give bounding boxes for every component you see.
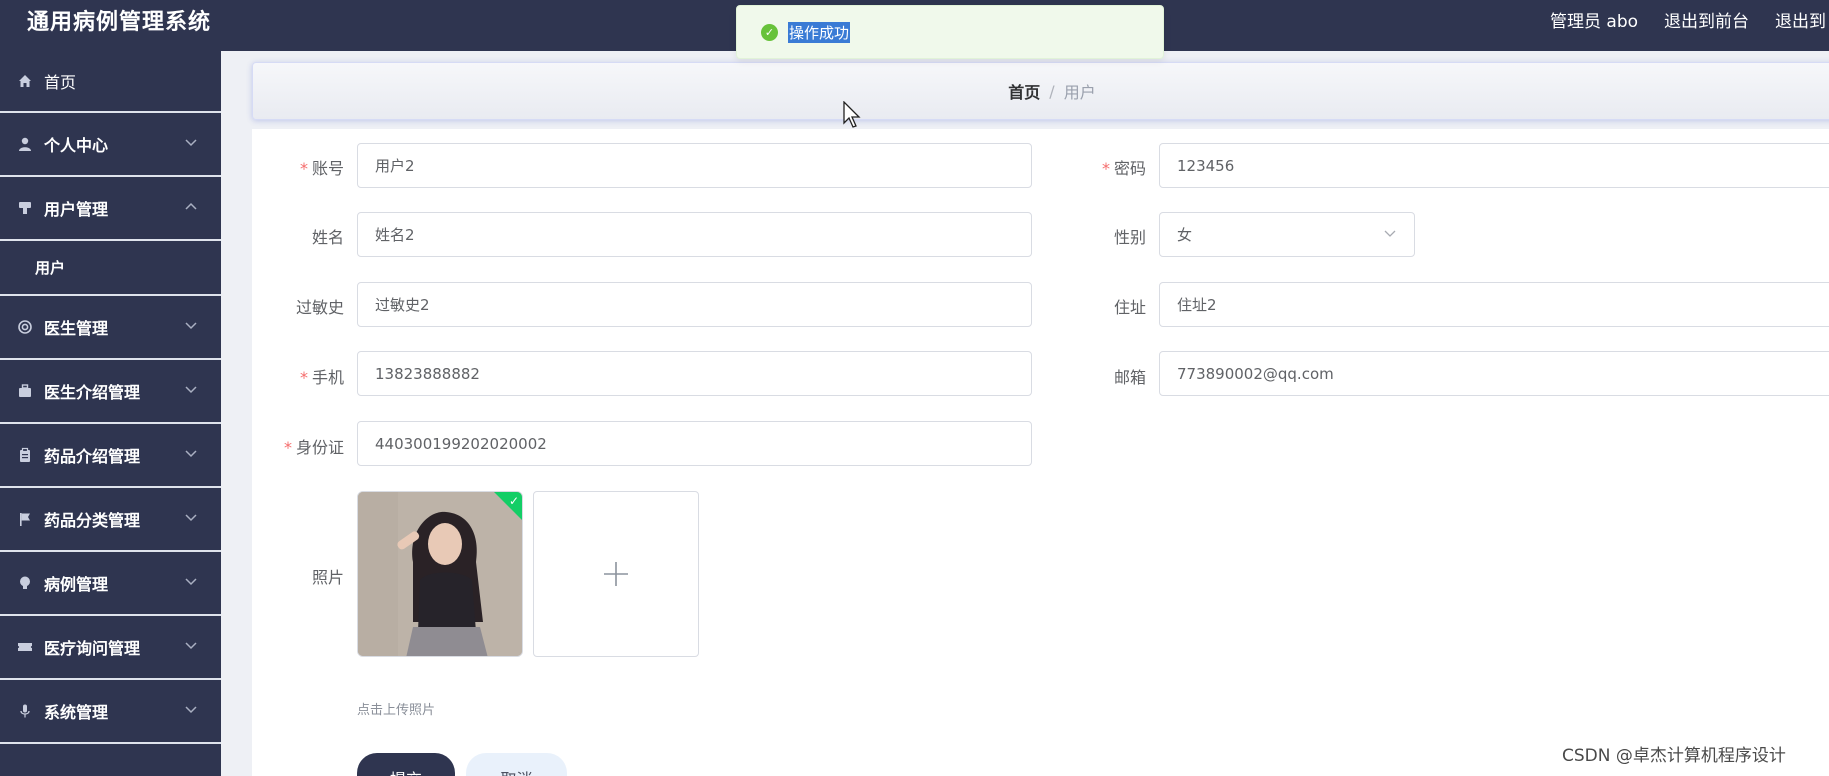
app-title: 通用病例管理系统 <box>27 10 212 35</box>
chevron-down-icon <box>1384 230 1396 237</box>
header-actions: 管理员 abo 退出到前台 退出到 <box>1550 7 1826 32</box>
chevron-down-icon <box>185 706 197 714</box>
success-check-icon: ✓ <box>761 23 778 41</box>
uploaded-photo-thumbnail[interactable]: ✓ <box>357 491 523 657</box>
sidebar-item-system-management[interactable]: 系统管理 <box>0 680 221 744</box>
users-icon <box>16 199 34 217</box>
breadcrumb: 首页 / 用户 <box>252 62 1829 120</box>
sidebar-item-label: 用户 <box>35 259 66 277</box>
mouse-cursor-icon <box>843 101 861 128</box>
chevron-down-icon <box>185 322 197 330</box>
account-label: * 账号 <box>299 159 344 178</box>
person-icon <box>16 135 34 153</box>
admin-user-label[interactable]: 管理员 abo <box>1550 7 1638 32</box>
sidebar-item-label: 药品介绍管理 <box>44 447 141 466</box>
flag-icon <box>16 510 34 528</box>
sidebar-item-medical-inquiry[interactable]: 医疗询问管理 <box>0 616 221 680</box>
name-label: 姓名 <box>311 228 344 247</box>
clipboard-icon <box>16 446 34 464</box>
photo-image <box>358 492 522 656</box>
chevron-up-icon <box>185 202 197 210</box>
sidebar-item-case-management[interactable]: 病例管理 <box>0 552 221 616</box>
breadcrumb-separator: / <box>1049 81 1055 101</box>
sidebar-item-user-management[interactable]: 用户管理 <box>0 177 221 241</box>
sidebar-item-label: 医生介绍管理 <box>44 383 141 402</box>
plus-icon <box>604 562 628 586</box>
sidebar-item-label: 个人中心 <box>44 136 109 155</box>
chevron-down-icon <box>185 450 197 458</box>
name-input[interactable]: 姓名2 <box>357 212 1032 257</box>
sidebar-item-label: 用户管理 <box>44 200 109 219</box>
breadcrumb-home[interactable]: 首页 <box>1008 79 1040 103</box>
sidebar-item-label: 病例管理 <box>44 575 109 594</box>
bulb-icon <box>16 574 34 592</box>
upload-hint: 点击上传照片 <box>357 703 436 718</box>
sidebar: 首页 个人中心 用户管理 用户 医生管理 医生介绍管理 药品介绍管理 药品分类管… <box>0 51 221 776</box>
sidebar-item-drug-intro[interactable]: 药品介绍管理 <box>0 424 221 488</box>
sidebar-item-label: 药品分类管理 <box>44 511 141 530</box>
password-label: * 密码 <box>1101 159 1146 178</box>
exit-to-front-link[interactable]: 退出到前台 <box>1664 7 1749 32</box>
phone-input[interactable]: 13823888882 <box>357 351 1032 396</box>
check-icon: ✓ <box>508 494 519 508</box>
chevron-down-icon <box>185 514 197 522</box>
sidebar-item-profile[interactable]: 个人中心 <box>0 113 221 177</box>
home-icon <box>16 72 34 90</box>
phone-label: * 手机 <box>299 368 344 387</box>
ticket-icon <box>16 638 34 656</box>
toast-message: 操作成功 <box>788 21 851 43</box>
sidebar-item-label: 医生管理 <box>44 319 109 338</box>
allergy-input[interactable]: 过敏史2 <box>357 282 1032 327</box>
sidebar-item-label: 首页 <box>44 73 77 92</box>
lifebuoy-icon <box>16 318 34 336</box>
gender-select[interactable]: 女 <box>1159 212 1415 257</box>
account-input[interactable]: 用户2 <box>357 143 1032 188</box>
allergy-label: 过敏史 <box>295 298 344 317</box>
sidebar-item-doctor-management[interactable]: 医生管理 <box>0 296 221 360</box>
sidebar-item-label: 系统管理 <box>44 703 109 722</box>
briefcase-icon <box>16 382 34 400</box>
cancel-button[interactable]: 取消 <box>466 753 567 776</box>
chevron-down-icon <box>185 578 197 586</box>
sidebar-item-home[interactable]: 首页 <box>0 51 221 113</box>
sidebar-item-label: 医疗询问管理 <box>44 639 141 658</box>
chevron-down-icon <box>185 386 197 394</box>
photo-label: 照片 <box>311 568 344 587</box>
id-card-input[interactable]: 440300199202020002 <box>357 421 1032 466</box>
exit-system-link[interactable]: 退出到 <box>1775 7 1826 32</box>
address-input[interactable]: 住址2 <box>1159 282 1829 327</box>
watermark: CSDN @卓杰计算机程序设计 <box>1562 746 1786 766</box>
gender-label: 性别 <box>1113 228 1146 247</box>
address-label: 住址 <box>1113 298 1146 317</box>
breadcrumb-current: 用户 <box>1063 83 1096 102</box>
submit-button[interactable]: 提交 <box>357 753 455 776</box>
chevron-down-icon <box>185 642 197 650</box>
sidebar-item-drug-category[interactable]: 药品分类管理 <box>0 488 221 552</box>
chevron-down-icon <box>185 139 197 147</box>
success-toast: ✓ 操作成功 <box>736 5 1164 59</box>
email-input[interactable]: 773890002@qq.com <box>1159 351 1829 396</box>
photo-upload-button[interactable] <box>533 491 699 657</box>
password-input[interactable]: 123456 <box>1159 143 1829 188</box>
sidebar-subitem-user[interactable]: 用户 <box>0 241 221 296</box>
id-card-label: * 身份证 <box>283 438 344 457</box>
sidebar-item-doctor-intro[interactable]: 医生介绍管理 <box>0 360 221 424</box>
email-label: 邮箱 <box>1113 368 1146 387</box>
mic-icon <box>16 702 34 720</box>
gender-select-value: 女 <box>1177 226 1193 244</box>
